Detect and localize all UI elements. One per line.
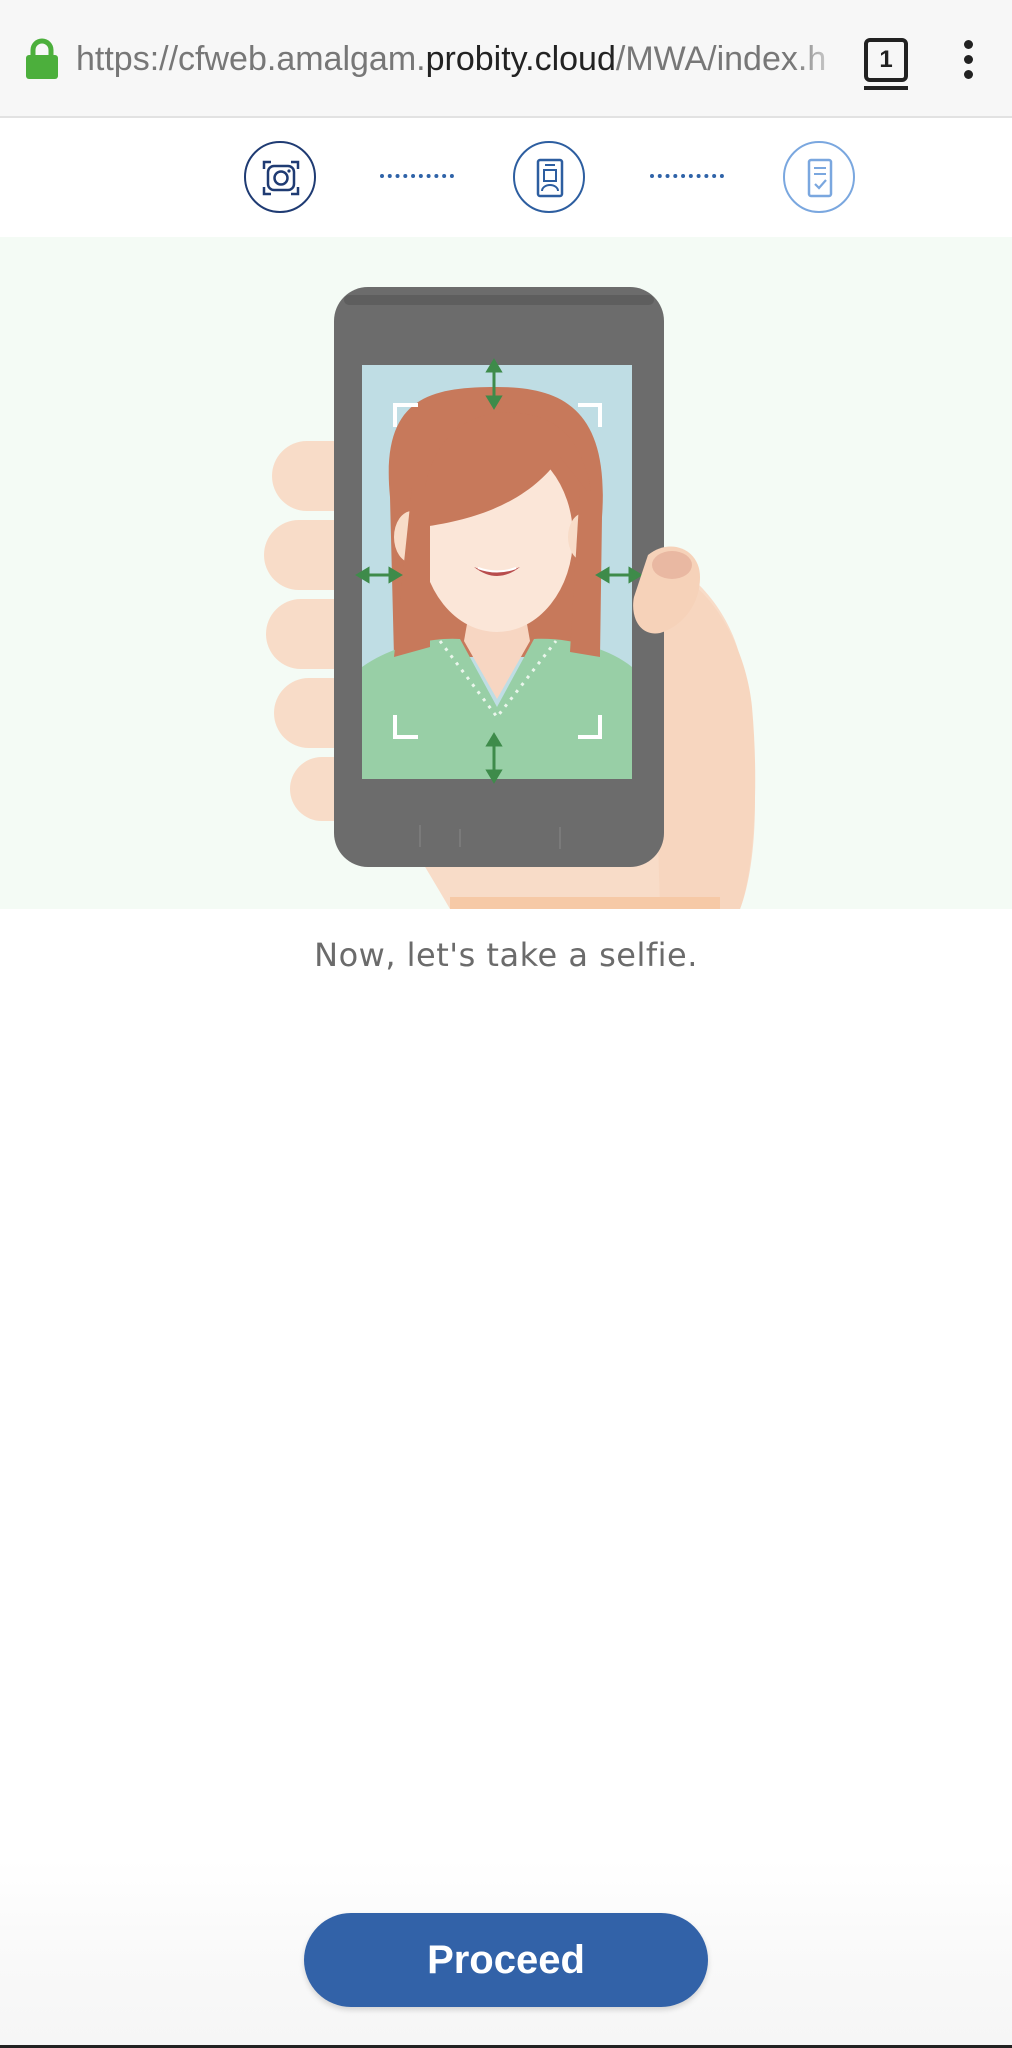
tabs-icon[interactable]: 1: [864, 38, 908, 90]
id-card-icon: [536, 158, 564, 198]
step-review: [783, 141, 855, 213]
more-options-icon[interactable]: [958, 40, 978, 82]
lock-icon: [26, 38, 58, 79]
step-connector: [650, 174, 724, 178]
checklist-document-icon: [807, 158, 833, 198]
url-field[interactable]: https://cfweb.amalgam.probity.cloud/MWA/…: [76, 36, 846, 82]
selfie-illustration: [0, 237, 1012, 909]
step-id-document: [513, 141, 585, 213]
instruction-text: Now, let's take a selfie.: [314, 936, 698, 974]
step-connector: [380, 174, 454, 178]
browser-address-bar: https://cfweb.amalgam.probity.cloud/MWA/…: [0, 0, 1012, 118]
progress-stepper: [0, 118, 1012, 236]
step-selfie: [244, 141, 316, 213]
camera-frame-icon: [262, 160, 300, 196]
proceed-button[interactable]: Proceed: [304, 1913, 708, 2007]
